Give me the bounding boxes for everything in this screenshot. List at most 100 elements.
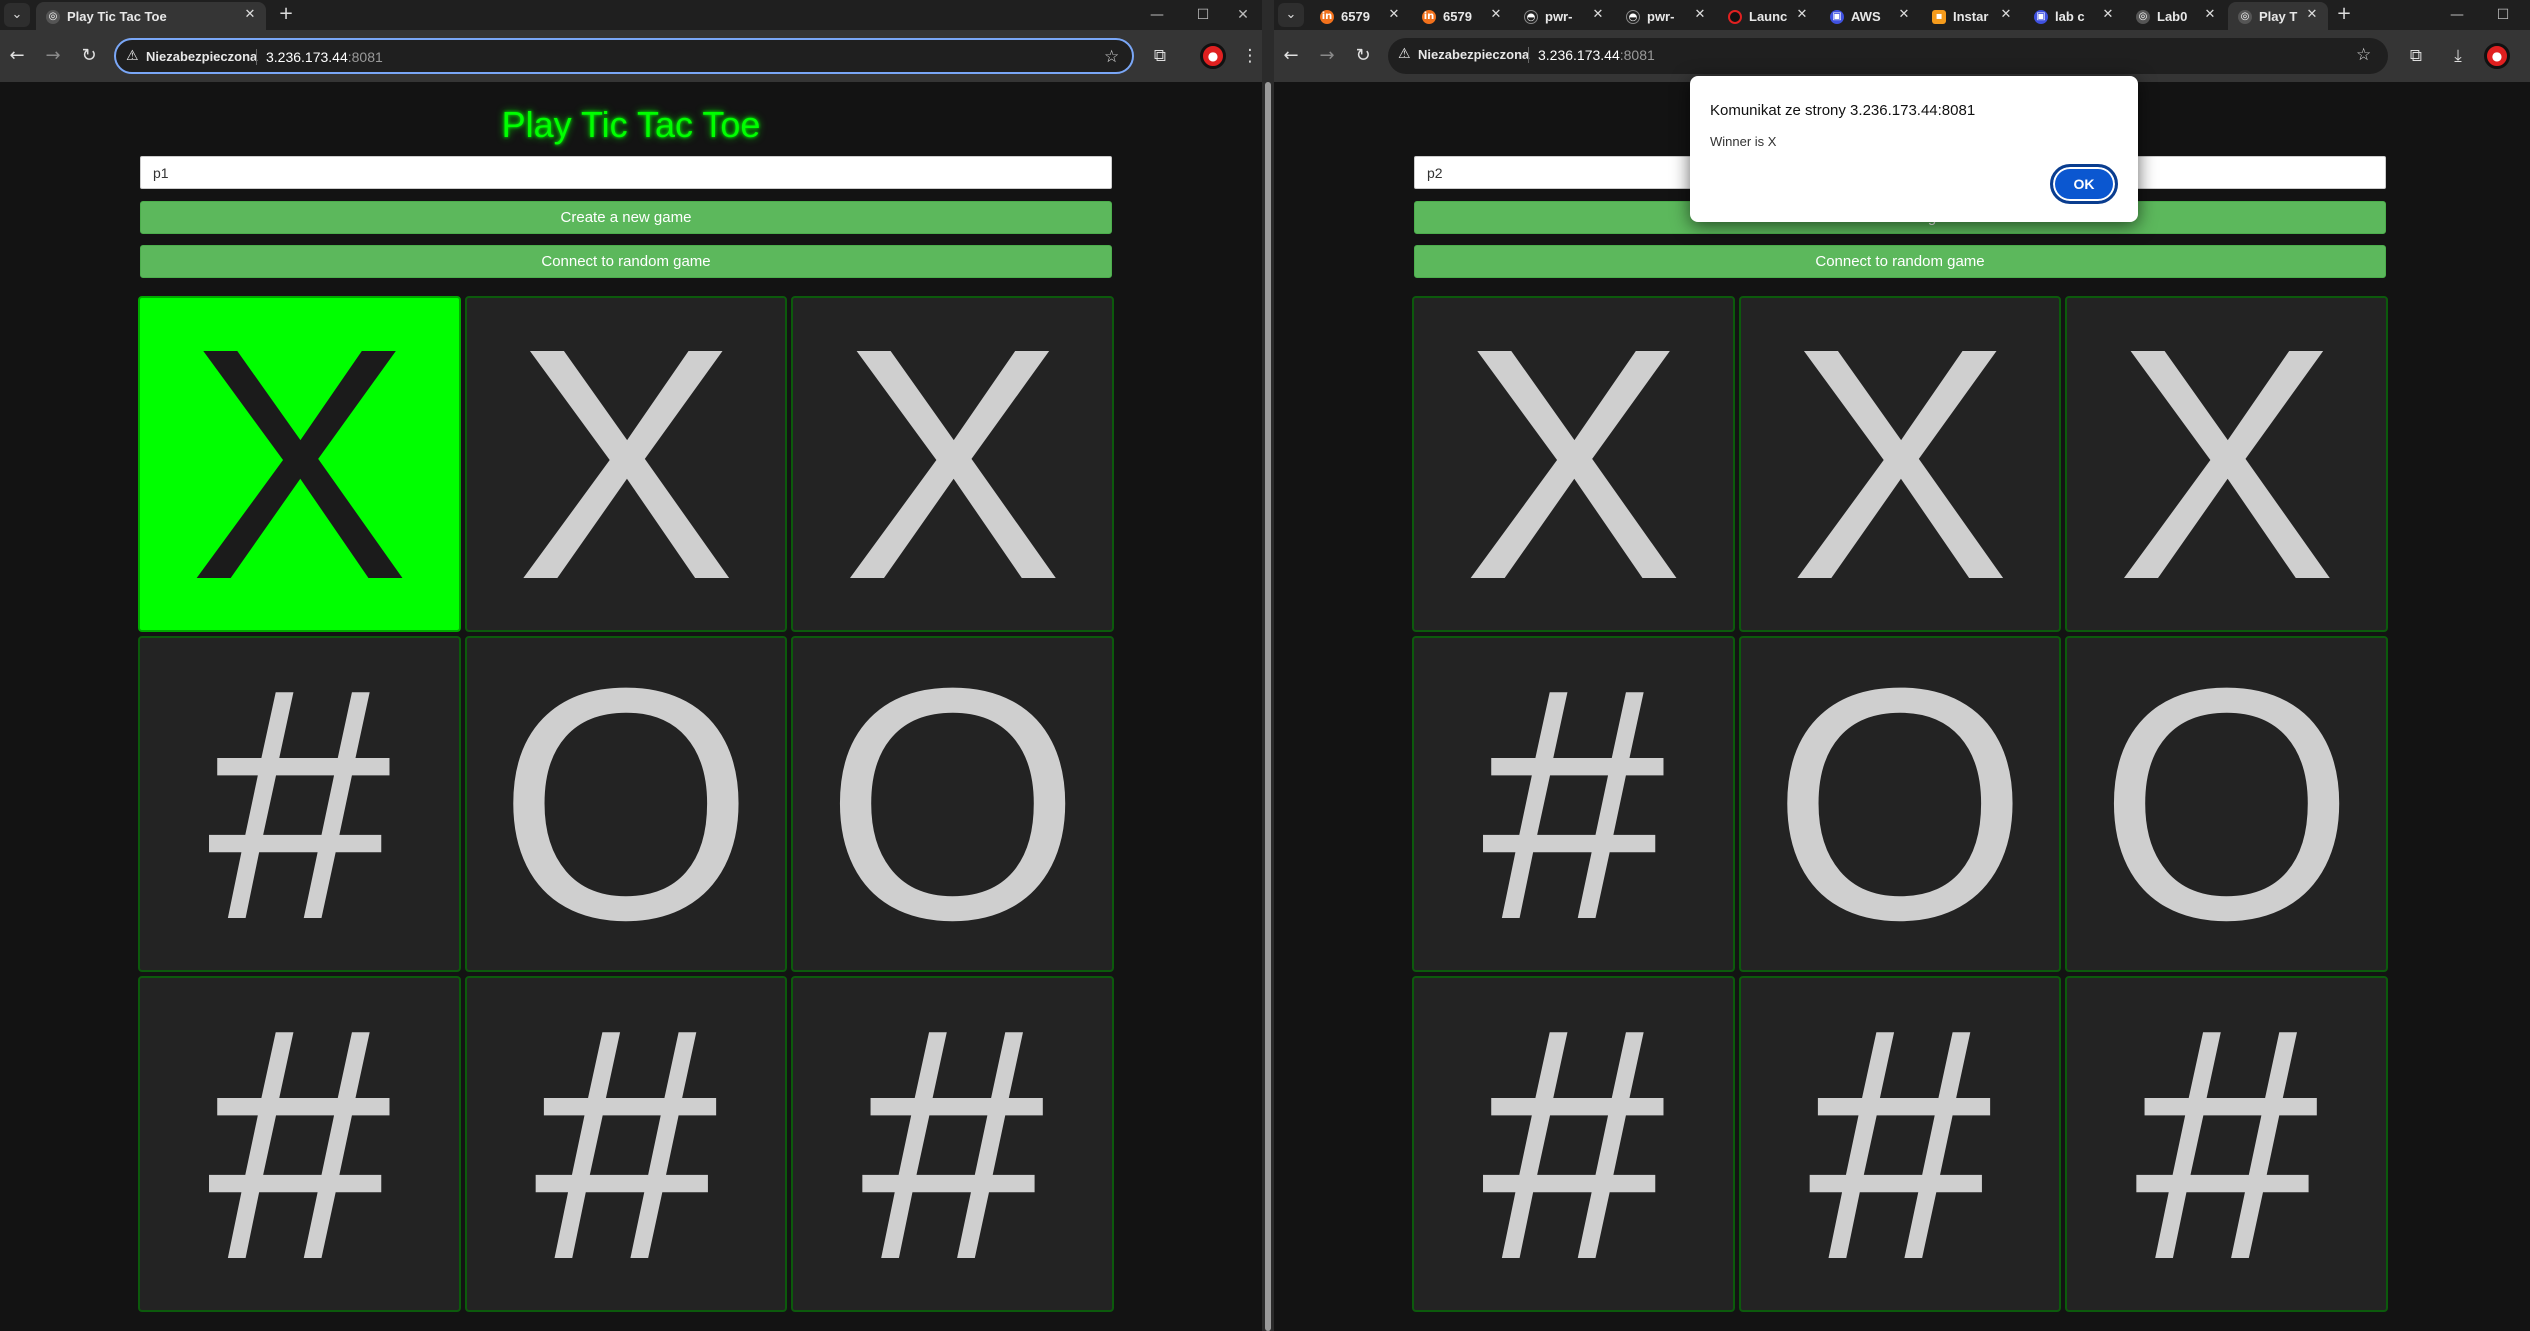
tab-label: Play Tic Tac Toe <box>67 9 167 24</box>
globe-icon: ◎ <box>2136 10 2150 24</box>
reload-button[interactable]: ↻ <box>76 43 102 69</box>
board-cell-4[interactable]: O <box>464 636 788 972</box>
forward-button[interactable]: → <box>40 43 66 69</box>
board-cell-8[interactable]: # <box>791 976 1114 1312</box>
minimize-button[interactable]: — <box>2434 0 2480 30</box>
profile-avatar[interactable]: ● <box>2484 43 2510 69</box>
tab-play-tic-tac-toe[interactable]: ◎ Play Tic Tac Toe ✕ <box>36 2 266 30</box>
bookmark-star-icon[interactable]: ☆ <box>2356 45 2371 65</box>
close-icon[interactable]: ✕ <box>2202 7 2218 23</box>
board-cell-6[interactable]: # <box>138 976 461 1312</box>
board-cell-6[interactable]: # <box>1412 976 1735 1312</box>
lab-icon: ▣ <box>2034 10 2048 24</box>
close-icon[interactable]: ✕ <box>2100 7 2116 23</box>
globe-icon: ◎ <box>2238 10 2252 24</box>
reload-button[interactable]: ↻ <box>1350 43 1376 69</box>
board-cell-8[interactable]: # <box>2065 976 2388 1312</box>
desktop-screen: ⌄ ◎ Play Tic Tac Toe ✕ + — ☐ ✕ ← → ↻ ⚠ N… <box>0 0 2530 1331</box>
download-icon[interactable]: ⤓ <box>2446 44 2470 68</box>
warning-icon[interactable]: ⚠ <box>126 48 139 64</box>
page-content: Play Tic Tac Toe Create a new game Conne… <box>0 82 1262 1331</box>
tab-label: lab c <box>2055 9 2085 24</box>
maximize-button[interactable]: ☐ <box>2480 0 2526 30</box>
minimize-button[interactable]: — <box>1134 0 1180 30</box>
tab-item[interactable]: ◓ pwr- ✕ <box>1514 2 1614 30</box>
tab-item[interactable]: ◓ pwr- ✕ <box>1616 2 1716 30</box>
extensions-icon[interactable]: ⧉ <box>2404 44 2428 68</box>
close-icon[interactable]: ✕ <box>1488 7 1504 23</box>
close-icon[interactable]: ✕ <box>1386 7 1402 23</box>
tab-item[interactable]: ▪ Instar ✕ <box>1922 2 2022 30</box>
connect-random-button[interactable]: Connect to random game <box>140 245 1112 278</box>
connect-random-button[interactable]: Connect to random game <box>1414 245 2386 278</box>
browser-toolbar: ← → ↻ ⚠ Niezabezpieczona 3.236.173.44:80… <box>1274 30 2530 82</box>
board-cell-3[interactable]: # <box>1412 636 1735 972</box>
tab-label: pwr- <box>1647 9 1675 24</box>
tab-play-tic-tac-toe[interactable]: ◎ Play T ✕ <box>2228 2 2328 30</box>
browser-window-right: ⌄ in 6579 ✕ in 6579 ✕ ◓ pwr- ✕ ◓ pwr- ✕ <box>1274 0 2530 1331</box>
create-game-button[interactable]: Create a new game <box>140 201 1112 234</box>
board-cell-3[interactable]: # <box>138 636 461 972</box>
close-icon[interactable]: ✕ <box>1794 7 1810 23</box>
board-cell-2[interactable]: X <box>791 296 1114 632</box>
back-button[interactable]: ← <box>1278 43 1304 69</box>
player-name-input[interactable] <box>140 156 1112 189</box>
board-cell-7[interactable]: # <box>464 976 788 1312</box>
security-label[interactable]: Niezabezpieczona <box>1418 47 1529 62</box>
url-text[interactable]: 3.236.173.44:8081 <box>1538 47 1655 63</box>
board-cell-1[interactable]: X <box>1738 296 2062 632</box>
launch-icon <box>1728 10 1742 24</box>
close-window-button[interactable]: ✕ <box>1220 0 1262 30</box>
tab-item[interactable]: in 6579 ✕ <box>1412 2 1512 30</box>
tab-item[interactable]: ◎ Lab0 ✕ <box>2126 2 2226 30</box>
tab-item[interactable]: ▣ AWS ✕ <box>1820 2 1920 30</box>
tab-label: Launc <box>1749 9 1788 24</box>
extensions-icon[interactable]: ⧉ <box>1148 44 1172 68</box>
board-cell-5[interactable]: O <box>2065 636 2388 972</box>
back-button[interactable]: ← <box>4 43 30 69</box>
tab-item[interactable]: ▣ lab c ✕ <box>2024 2 2124 30</box>
bookmark-star-icon[interactable]: ☆ <box>1104 47 1119 67</box>
close-icon[interactable]: ✕ <box>1590 7 1606 23</box>
menu-icon[interactable]: ⋮ <box>1238 44 1262 68</box>
address-bar[interactable]: ⚠ Niezabezpieczona 3.236.173.44:8081 ☆ <box>114 38 1134 74</box>
close-icon[interactable]: ✕ <box>1692 7 1708 23</box>
board-cell-5[interactable]: O <box>791 636 1114 972</box>
board-cell-1[interactable]: X <box>464 296 788 632</box>
new-tab-button[interactable]: + <box>2332 3 2356 27</box>
new-tab-button[interactable]: + <box>274 3 298 27</box>
instance-icon: ▪ <box>1932 10 1946 24</box>
close-icon[interactable]: ✕ <box>1896 7 1912 23</box>
board-cell-7[interactable]: # <box>1738 976 2062 1312</box>
tab-item[interactable]: Launc ✕ <box>1718 2 1818 30</box>
close-icon[interactable]: ✕ <box>2304 7 2320 23</box>
scrollbar[interactable] <box>1265 82 1271 1331</box>
divider <box>1528 47 1529 63</box>
warning-icon[interactable]: ⚠ <box>1398 46 1411 62</box>
board-cell-4[interactable]: O <box>1738 636 2062 972</box>
url-text[interactable]: 3.236.173.44:8081 <box>266 49 383 65</box>
divider <box>256 49 257 65</box>
github-icon: ◓ <box>1626 10 1640 24</box>
tab-label: pwr- <box>1545 9 1573 24</box>
board-cell-0[interactable]: X <box>1412 296 1735 632</box>
dialog-message: Winner is X <box>1710 134 1777 149</box>
tab-strip: ⌄ in 6579 ✕ in 6579 ✕ ◓ pwr- ✕ ◓ pwr- ✕ <box>1274 0 2530 30</box>
in-icon: in <box>1320 10 1334 24</box>
page-content: Create a new game Connect to random game… <box>1274 82 2530 1331</box>
ok-button[interactable]: OK <box>2050 164 2118 204</box>
profile-avatar[interactable]: ● <box>1200 43 1226 69</box>
close-icon[interactable]: ✕ <box>242 7 258 23</box>
board-cell-0[interactable]: X <box>138 296 461 632</box>
forward-button[interactable]: → <box>1314 43 1340 69</box>
tab-item[interactable]: in 6579 ✕ <box>1310 2 1410 30</box>
board-cell-2[interactable]: X <box>2065 296 2388 632</box>
window-divider <box>1262 0 1274 1331</box>
tab-search-button[interactable]: ⌄ <box>1278 3 1304 27</box>
address-bar[interactable]: ⚠ Niezabezpieczona 3.236.173.44:8081 ☆ <box>1388 38 2388 74</box>
globe-icon: ◎ <box>46 10 60 24</box>
tab-search-button[interactable]: ⌄ <box>4 3 30 27</box>
tab-strip: ⌄ ◎ Play Tic Tac Toe ✕ + — ☐ ✕ <box>0 0 1262 30</box>
security-label[interactable]: Niezabezpieczona <box>146 49 257 64</box>
close-icon[interactable]: ✕ <box>1998 7 2014 23</box>
